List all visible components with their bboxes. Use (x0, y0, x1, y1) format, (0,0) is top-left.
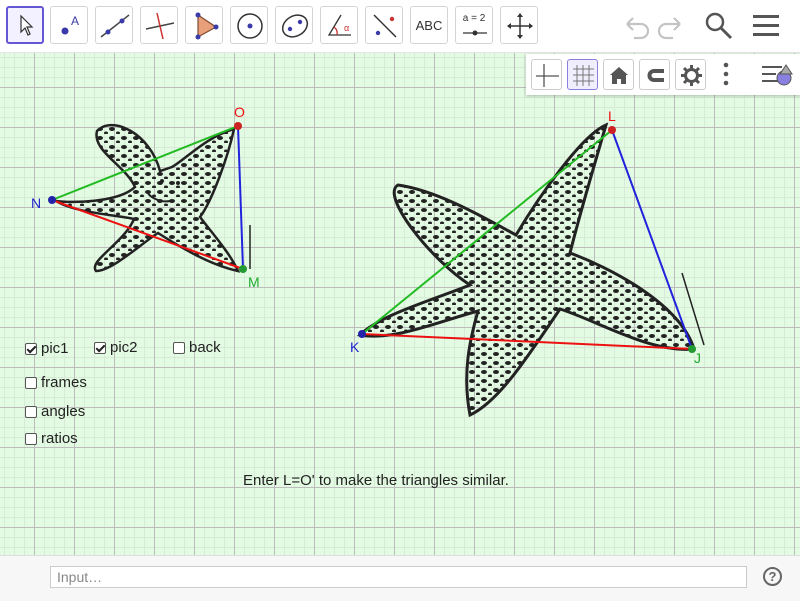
undo-icon[interactable] (619, 10, 651, 42)
axes-icon (536, 64, 559, 87)
svg-text:α: α (344, 23, 349, 33)
home-icon (610, 67, 628, 84)
checkbox-pic1[interactable]: pic1 (25, 340, 69, 357)
checkbox-ratios[interactable]: ratios (25, 430, 78, 447)
slider-tool-button[interactable]: a = 2 (455, 6, 493, 44)
angle-tool-button[interactable]: α (320, 6, 358, 44)
move-view-tool-button[interactable] (500, 6, 538, 44)
magnet-icon (647, 69, 664, 82)
show-grid-button[interactable] (567, 59, 598, 90)
move-tool-button[interactable] (6, 6, 44, 44)
checkbox-angles[interactable]: angles (25, 403, 85, 420)
starfish-image-2 (249, 122, 705, 418)
svg-text:A: A (71, 14, 79, 28)
point-icon: A (61, 14, 79, 35)
segment-OM (237, 125, 244, 270)
label-L: L (608, 108, 616, 124)
polygon-icon (195, 12, 219, 40)
redo-icon[interactable] (656, 10, 688, 42)
reflect-line-icon (373, 14, 397, 38)
checkbox-back[interactable]: back (173, 339, 221, 356)
checkbox-back-label: back (189, 339, 221, 356)
slider-icon (463, 30, 487, 36)
point-M[interactable] (239, 265, 247, 273)
checkbox-pic2[interactable]: pic2 (94, 339, 138, 356)
input-bar (0, 555, 800, 601)
starfish-image-1 (55, 123, 241, 273)
point-tool-button[interactable]: A (50, 6, 88, 44)
algebra-input-field[interactable] (50, 566, 747, 588)
line-icon (100, 14, 130, 38)
polygon-tool-button[interactable] (185, 6, 223, 44)
line-tool-button[interactable] (95, 6, 133, 44)
toolbar: A α ABC a = 2 (0, 0, 800, 52)
search-icon[interactable] (703, 10, 735, 42)
checkbox-pic1-box[interactable] (25, 342, 37, 355)
style-bar (526, 54, 800, 95)
instruction-text: Enter L=O' to make the triangles similar… (243, 472, 509, 489)
settings-button[interactable] (675, 59, 706, 90)
label-N: N (31, 195, 42, 211)
checkbox-frames[interactable]: frames (25, 374, 87, 391)
point-L[interactable] (608, 126, 616, 134)
point-capturing-button[interactable] (639, 59, 670, 90)
angle-icon: α (327, 14, 351, 36)
checkbox-frames-box[interactable] (25, 376, 37, 389)
label-O: O (234, 104, 245, 120)
point-N[interactable] (48, 196, 56, 204)
circle-tool-button[interactable] (230, 6, 268, 44)
perpendicular-tool-button[interactable] (140, 6, 178, 44)
checkbox-back-box[interactable] (173, 341, 185, 354)
menu-icon[interactable] (750, 10, 782, 42)
checkbox-frames-label: frames (41, 374, 87, 391)
checkbox-pic2-box[interactable] (94, 341, 106, 354)
checkbox-pic2-label: pic2 (110, 339, 138, 356)
ellipse-icon (281, 14, 309, 38)
toggle-style-bar-icon[interactable] (760, 61, 794, 89)
grid-icon (573, 65, 594, 86)
point-K[interactable] (358, 330, 366, 338)
move-graphics-icon (507, 13, 533, 39)
ellipse-tool-button[interactable] (275, 6, 313, 44)
point-O[interactable] (234, 122, 242, 130)
circle-icon (237, 13, 263, 39)
label-K: K (350, 339, 360, 355)
perpendicular-line-icon (145, 12, 175, 40)
checkbox-pic1-label: pic1 (41, 340, 69, 357)
label-M: M (248, 274, 260, 290)
arrow-cursor-icon (20, 14, 34, 36)
checkbox-ratios-label: ratios (41, 430, 78, 447)
text-tool-button[interactable]: ABC (410, 6, 448, 44)
standard-view-button[interactable] (603, 59, 634, 90)
show-axes-button[interactable] (531, 59, 562, 90)
label-J: J (694, 350, 701, 366)
gear-icon (681, 65, 702, 86)
more-vertical-icon[interactable] (721, 60, 731, 90)
text-tool-label: ABC (415, 17, 443, 33)
help-button[interactable]: ? (763, 567, 782, 586)
reflect-tool-button[interactable] (365, 6, 403, 44)
checkbox-angles-label: angles (41, 403, 86, 420)
checkbox-angles-box[interactable] (25, 405, 37, 418)
checkbox-ratios-box[interactable] (25, 432, 37, 445)
